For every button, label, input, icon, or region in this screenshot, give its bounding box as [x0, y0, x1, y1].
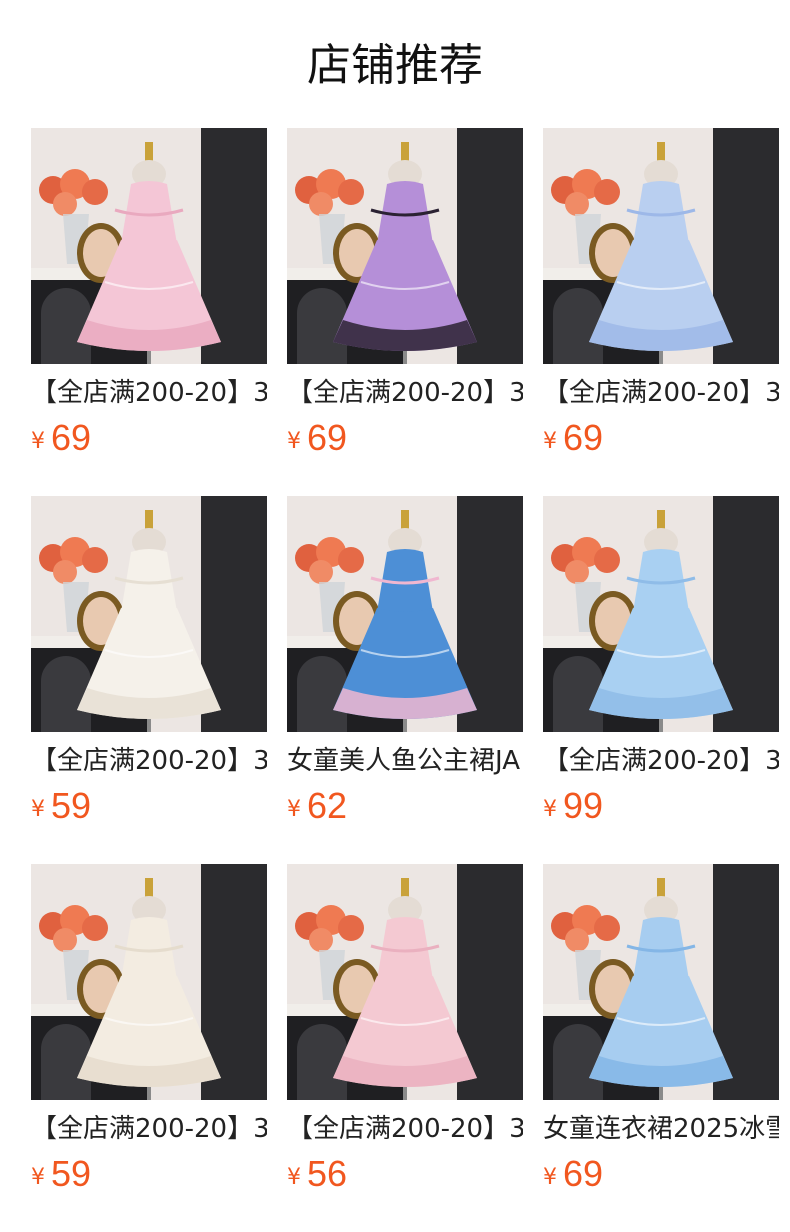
price-amount: 99: [563, 785, 604, 826]
product-price: ¥56: [287, 1152, 347, 1196]
currency-symbol: ¥: [287, 429, 301, 454]
blue-tiered-dress-photo[interactable]: [543, 128, 779, 364]
product-name[interactable]: 【全店满200-20】3.: [287, 376, 523, 410]
product-card[interactable]: 女童连衣裙2025冰雪 ¥69: [543, 864, 779, 1194]
product-price: ¥69: [287, 416, 347, 460]
product-price: ¥59: [31, 784, 91, 828]
product-name[interactable]: 【全店满200-20】3.: [31, 1112, 267, 1146]
product-name[interactable]: 【全店满200-20】3.: [543, 376, 779, 410]
price-amount: 62: [307, 785, 348, 826]
product-name[interactable]: 【全店满200-20】3.: [287, 1112, 523, 1146]
page-title: 店铺推荐: [307, 40, 483, 91]
product-price: ¥69: [543, 416, 603, 460]
mermaid-dress-photo[interactable]: [287, 496, 523, 732]
currency-symbol: ¥: [31, 797, 45, 822]
pink-veil-dress-photo[interactable]: [31, 128, 267, 364]
pink-hat-dress-photo[interactable]: [287, 864, 523, 1100]
currency-symbol: ¥: [287, 1165, 301, 1190]
price-amount: 69: [51, 417, 92, 458]
product-price: ¥99: [543, 784, 603, 828]
price-amount: 69: [563, 417, 604, 458]
product-name[interactable]: 女童美人鱼公主裙JA: [287, 744, 523, 778]
currency-symbol: ¥: [31, 1165, 45, 1190]
currency-symbol: ¥: [287, 797, 301, 822]
product-price: ¥62: [287, 784, 347, 828]
product-card[interactable]: 【全店满200-20】3. ¥59: [31, 496, 267, 826]
currency-symbol: ¥: [31, 429, 45, 454]
product-name[interactable]: 【全店满200-20】3.: [31, 744, 267, 778]
product-name[interactable]: 女童连衣裙2025冰雪: [543, 1112, 779, 1146]
blue-bow-dress-photo[interactable]: [543, 496, 779, 732]
product-card[interactable]: 【全店满200-20】3. ¥59: [31, 864, 267, 1194]
product-card[interactable]: 【全店满200-20】3. ¥69: [287, 128, 523, 458]
currency-symbol: ¥: [543, 797, 557, 822]
product-card[interactable]: 【全店满200-20】3. ¥69: [31, 128, 267, 458]
product-card[interactable]: 【全店满200-20】3. ¥69: [543, 128, 779, 458]
purple-kuromi-dress-photo[interactable]: [287, 128, 523, 364]
frozen-dress-photo[interactable]: [543, 864, 779, 1100]
price-amount: 59: [51, 1153, 92, 1194]
white-hanfu-dress-photo[interactable]: [31, 496, 267, 732]
product-price: ¥69: [31, 416, 91, 460]
product-name[interactable]: 【全店满200-20】3.: [31, 376, 267, 410]
product-card[interactable]: 【全店满200-20】3. ¥56: [287, 864, 523, 1194]
product-name[interactable]: 【全店满200-20】3.: [543, 744, 779, 778]
currency-symbol: ¥: [543, 1165, 557, 1190]
currency-symbol: ¥: [543, 429, 557, 454]
product-card[interactable]: 女童美人鱼公主裙JA ¥62: [287, 496, 523, 826]
product-card[interactable]: 【全店满200-20】3. ¥99: [543, 496, 779, 826]
price-amount: 56: [307, 1153, 348, 1194]
cream-hat-dress-photo[interactable]: [31, 864, 267, 1100]
price-amount: 59: [51, 785, 92, 826]
product-price: ¥69: [543, 1152, 603, 1196]
price-amount: 69: [563, 1153, 604, 1194]
product-price: ¥59: [31, 1152, 91, 1196]
price-amount: 69: [307, 417, 348, 458]
